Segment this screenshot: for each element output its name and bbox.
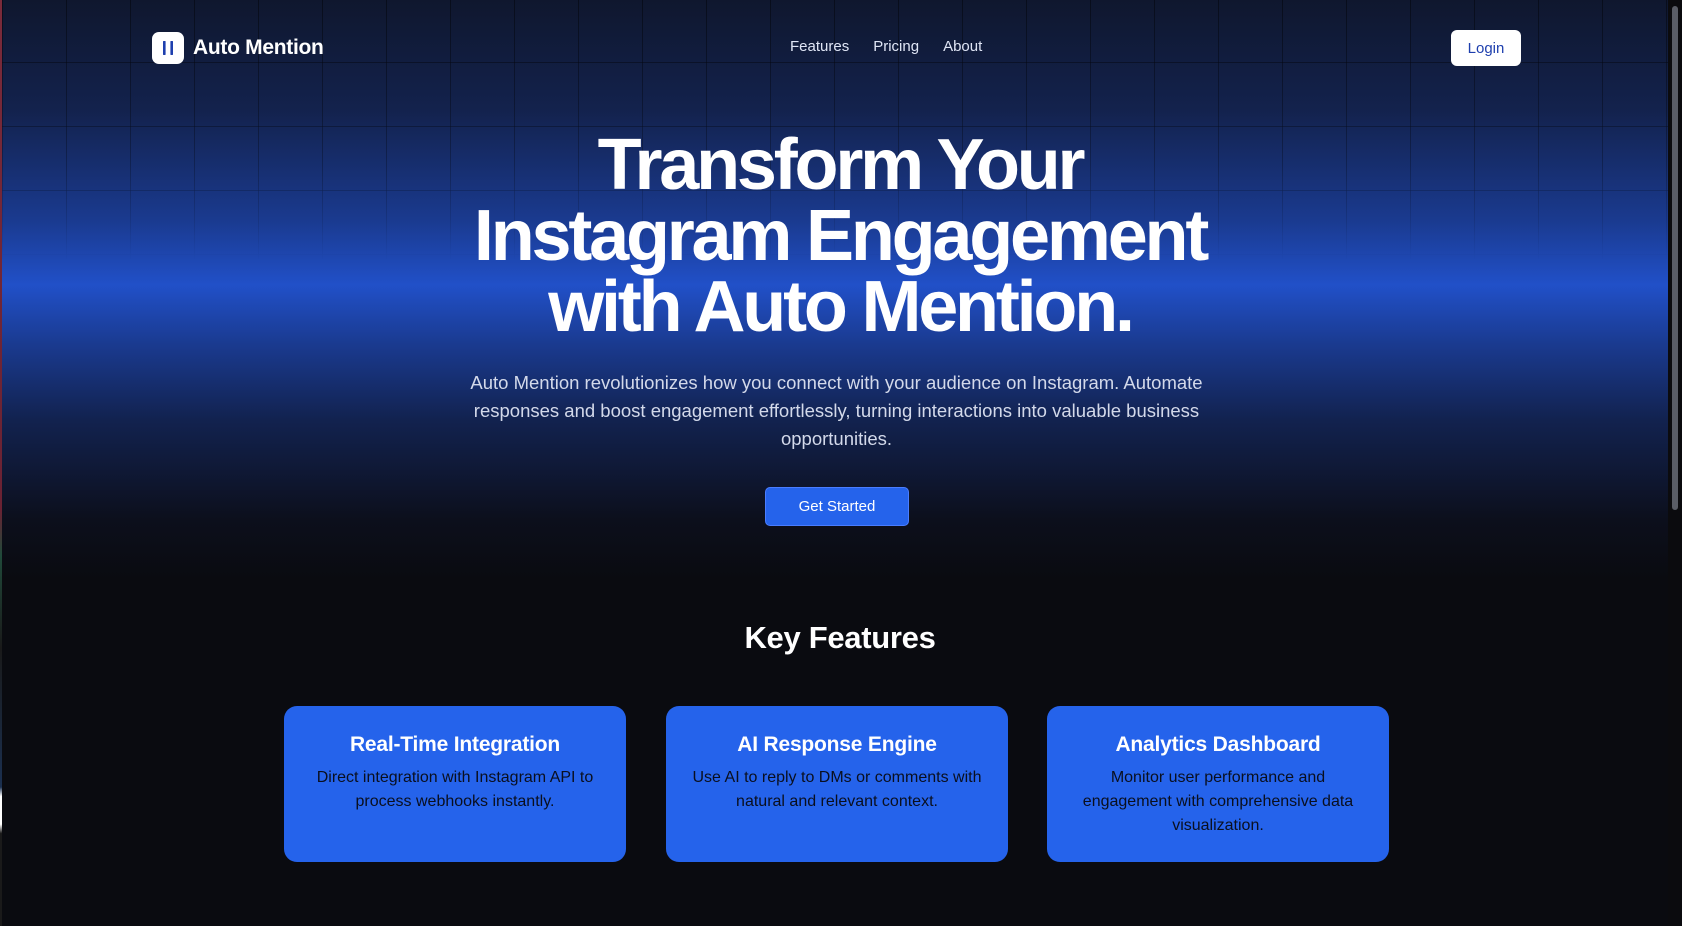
features-title: Key Features	[744, 620, 936, 655]
login-button[interactable]: Login	[1451, 30, 1521, 66]
vertical-scrollbar[interactable]	[1668, 0, 1682, 926]
feature-card-ai-response-engine: AI Response Engine Use AI to reply to DM…	[666, 706, 1008, 862]
get-started-button[interactable]: Get Started	[765, 487, 909, 526]
feature-card-description: Direct integration with Instagram API to…	[316, 769, 594, 810]
nav-link-about[interactable]: About	[943, 38, 982, 55]
feature-card-real-time-integration: Real-Time Integration Direct integration…	[284, 706, 626, 862]
hero-subtitle: Auto Mention revolutionizes how you conn…	[470, 372, 1203, 449]
brand[interactable]: Auto Mention	[152, 31, 324, 65]
landing-page: Auto Mention Features Pricing About Logi…	[0, 0, 1682, 926]
feature-card-title: AI Response Engine	[737, 733, 937, 756]
feature-card-description: Use AI to reply to DMs or comments with …	[692, 769, 982, 810]
nav-link-pricing[interactable]: Pricing	[873, 38, 919, 55]
pause-bars-logo-icon	[152, 32, 184, 64]
window-edge	[0, 0, 2, 926]
brand-name: Auto Mention	[193, 36, 324, 59]
hero-title-line-1: Transform Your	[597, 125, 1086, 205]
hero-title-line-2: Instagram Engagement	[473, 196, 1209, 276]
feature-card-title: Analytics Dashboard	[1115, 733, 1321, 756]
scrollbar-thumb[interactable]	[1672, 6, 1678, 510]
hero-title-line-3: with Auto Mention.	[548, 267, 1135, 347]
nav-links: Features Pricing About	[790, 38, 982, 55]
feature-card-description: Monitor user performance and engagement …	[1082, 769, 1354, 834]
top-nav: Auto Mention Features Pricing About Logi…	[0, 0, 1682, 96]
nav-link-features[interactable]: Features	[790, 38, 849, 55]
feature-card-analytics-dashboard: Analytics Dashboard Monitor user perform…	[1047, 706, 1389, 862]
hero-title: Transform Your Instagram Engagement with…	[340, 129, 1340, 343]
feature-card-title: Real-Time Integration	[349, 733, 561, 756]
